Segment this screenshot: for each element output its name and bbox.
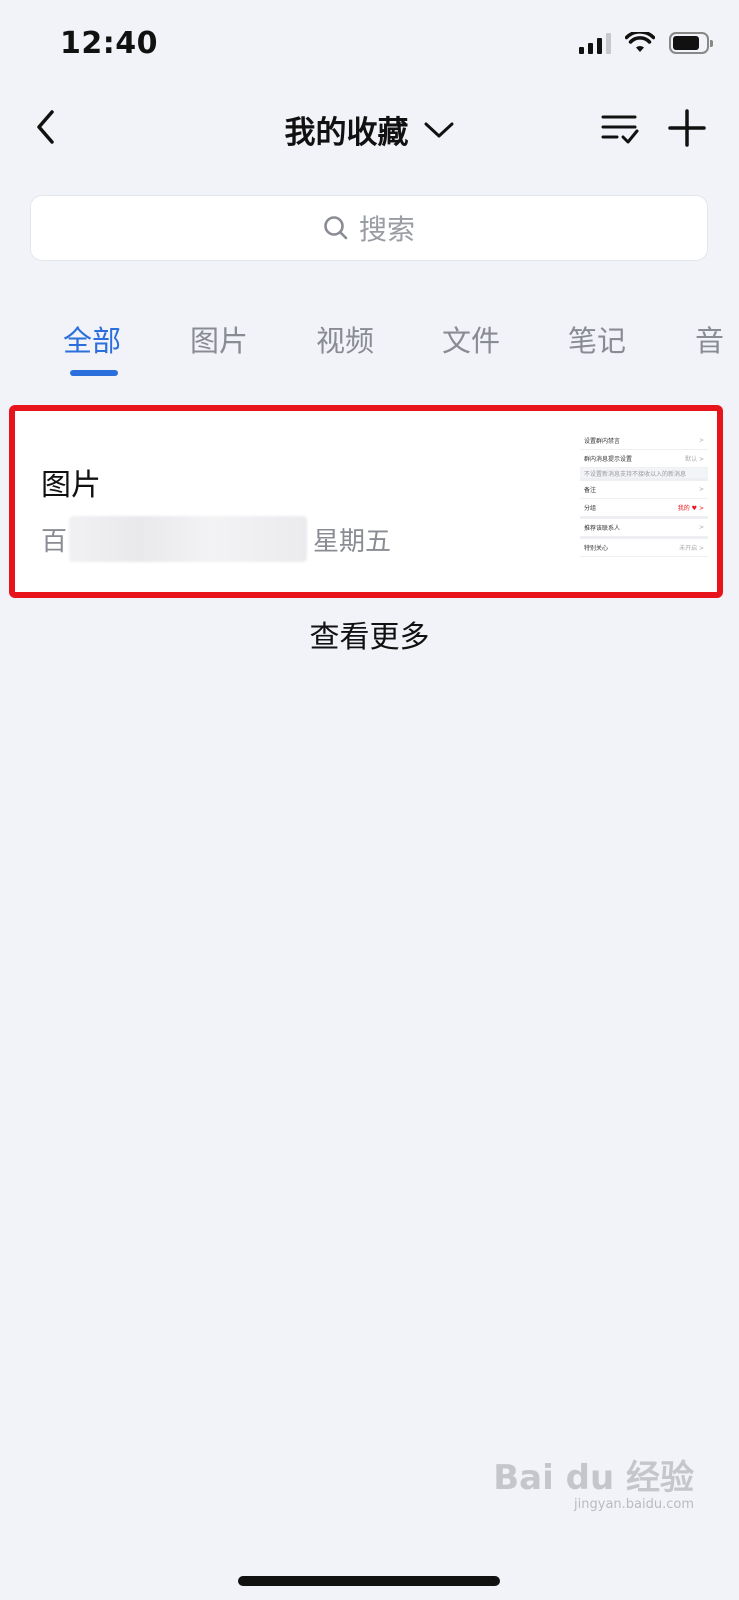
category-tabs: 全部 图片 视频 文件 笔记 音 bbox=[0, 310, 739, 380]
tab-images[interactable]: 图片 bbox=[190, 318, 248, 360]
status-time: 12:40 bbox=[60, 26, 158, 61]
status-bar: 12:40 bbox=[0, 0, 739, 90]
nav-bar: 我的收藏 bbox=[0, 95, 739, 165]
home-indicator[interactable] bbox=[238, 1576, 500, 1586]
page-title: 我的收藏 bbox=[284, 115, 409, 151]
tab-audio[interactable]: 音 bbox=[695, 318, 724, 360]
tab-files[interactable]: 文件 bbox=[442, 318, 500, 360]
list-check-icon bbox=[601, 115, 639, 144]
thumbnail-row: 不设置新消息支持不接收以入的新消息 bbox=[580, 468, 708, 481]
search-icon bbox=[324, 216, 348, 240]
item-day: 星期五 bbox=[313, 526, 392, 557]
chevron-down-icon bbox=[424, 122, 453, 137]
thumbnail-row: 推荐该联系人 > bbox=[580, 519, 708, 539]
item-title: 图片 bbox=[41, 468, 101, 503]
watermark-url: jingyan.baidu.com bbox=[574, 1496, 694, 1512]
search-placeholder: 搜索 bbox=[358, 213, 415, 246]
cellular-signal-icon bbox=[579, 32, 611, 54]
item-source: 百 bbox=[41, 526, 68, 557]
favorite-item-card[interactable]: 图片 百 星期五 设置群内禁言 > 群内消息提示设置 默认 > 不设置新消息支持不接… bbox=[14, 408, 722, 592]
thumbnail-row: 备注 > bbox=[580, 481, 708, 499]
wifi-icon bbox=[625, 32, 655, 52]
plus-icon bbox=[668, 109, 706, 147]
status-icons bbox=[579, 32, 713, 54]
thumbnail-row: 群内消息提示设置 默认 > bbox=[580, 450, 708, 468]
thumbnail-row: 设置群内禁言 > bbox=[580, 432, 708, 450]
tab-notes[interactable]: 笔记 bbox=[568, 318, 626, 360]
blurred-source-text bbox=[69, 516, 308, 562]
thumbnail-row: 分组 我的 ♥ > bbox=[580, 499, 708, 519]
tab-all[interactable]: 全部 bbox=[63, 318, 121, 360]
watermark: Bai du 经验 jingyan.baidu.com bbox=[493, 1458, 694, 1512]
add-button[interactable] bbox=[665, 107, 709, 151]
multi-select-button[interactable] bbox=[599, 107, 643, 151]
tab-videos[interactable]: 视频 bbox=[316, 318, 374, 360]
battery-icon bbox=[669, 32, 713, 54]
thumbnail-row: 特别关心 未开启 > bbox=[580, 539, 708, 557]
watermark-brand: Bai du 经验 bbox=[493, 1458, 694, 1499]
search-input[interactable]: 搜索 bbox=[30, 195, 708, 261]
item-meta: 百 星期五 bbox=[41, 516, 391, 562]
view-more-button[interactable]: 查看更多 bbox=[0, 612, 739, 656]
active-tab-indicator bbox=[70, 370, 118, 376]
item-thumbnail: 设置群内禁言 > 群内消息提示设置 默认 > 不设置新消息支持不接收以入的新消息 备… bbox=[580, 432, 708, 572]
